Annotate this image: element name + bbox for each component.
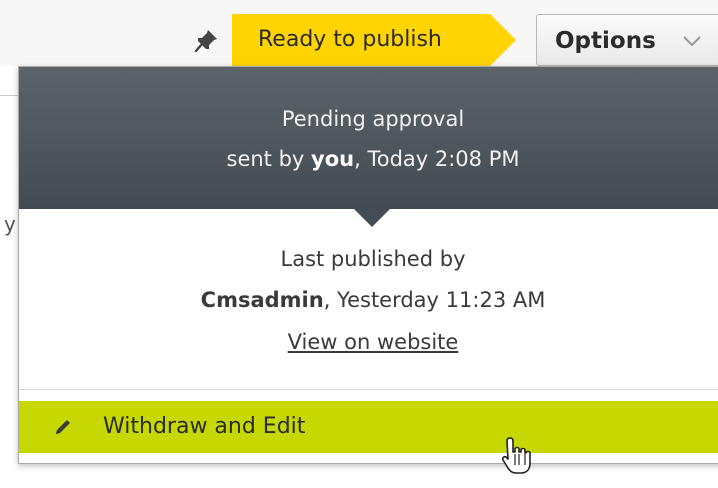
view-on-website-container: View on website (19, 330, 718, 354)
options-button-label: Options (555, 28, 656, 54)
withdraw-and-edit-label: Withdraw and Edit (103, 414, 306, 439)
withdraw-and-edit-button[interactable]: Withdraw and Edit (19, 401, 718, 453)
popover-divider (19, 389, 718, 390)
view-on-website-link[interactable]: View on website (288, 330, 459, 354)
published-by-user: Cmsadmin (200, 288, 324, 312)
pending-approval-title: Pending approval (281, 107, 465, 131)
published-time: , Yesterday 11:23 AM (323, 288, 546, 312)
last-published-label: Last published by (280, 247, 466, 271)
sent-by-text: sent by you, Today 2:08 PM (19, 147, 718, 171)
sent-by-user: you (311, 147, 355, 171)
status-badge-label: Ready to publish (258, 27, 442, 52)
status-badge: Ready to publish (232, 14, 516, 66)
pencil-icon (56, 420, 70, 434)
popover-header-pointer (354, 209, 390, 227)
popover-header: Pending approval sent by you, Today 2:08… (19, 67, 718, 209)
last-published-details: Cmsadmin, Yesterday 11:23 AM (19, 288, 718, 312)
hand-cursor-icon (501, 437, 531, 474)
background-text-fragment: y (4, 212, 16, 236)
sent-by-time: , Today 2:08 PM (354, 147, 520, 171)
pin-icon[interactable] (194, 27, 220, 53)
publish-status-popover: Pending approval sent by you, Today 2:08… (18, 66, 718, 464)
chevron-down-icon (683, 36, 701, 47)
editor-divider (0, 95, 20, 96)
sent-by-prefix: sent by (226, 147, 312, 171)
